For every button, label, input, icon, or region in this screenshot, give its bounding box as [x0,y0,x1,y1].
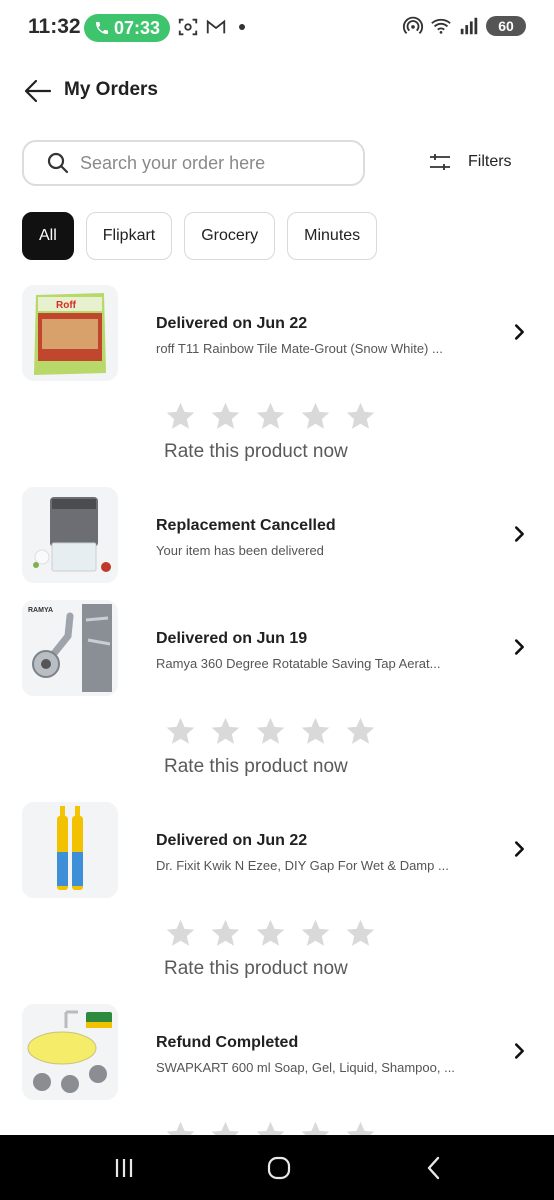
rate-prompt[interactable]: Rate this product now [164,958,400,980]
dispenser-image [22,487,118,583]
order-status: Delivered on Jun 19 [156,630,308,647]
chevron-right-icon[interactable] [508,1040,530,1062]
ramya-logo-text: RAMYA [28,607,53,614]
order-row[interactable]: Roff Delivered on Jun 22 roff T11 Rainbo… [0,285,554,385]
page-title: My Orders [64,79,158,100]
rating-widget: Rate this product now [160,400,400,463]
product-thumbnail: RAMYA [22,600,118,696]
more-notifications-dot [239,24,245,30]
recent-apps-icon[interactable] [111,1155,137,1181]
sealant-tubes-image [22,802,118,898]
order-row[interactable]: RAMYA Delivered on Jun 19 Ramya 360 Degr… [0,600,554,700]
star-icon[interactable] [209,917,242,950]
chevron-right-icon[interactable] [508,636,530,658]
rating-widget: Rate this product now [160,917,400,980]
product-thumbnail [22,1004,118,1100]
star-icon[interactable] [344,917,377,950]
chip-minutes[interactable]: Minutes [287,212,378,260]
chevron-right-icon[interactable] [508,838,530,860]
order-description: SWAPKART 600 ml Soap, Gel, Liquid, Shamp… [156,1060,455,1075]
order-description: roff T11 Rainbow Tile Mate-Grout (Snow W… [156,341,443,356]
app-header: My Orders [0,66,554,116]
product-thumbnail [22,487,118,583]
screenshot-icon [178,18,198,36]
rate-prompt[interactable]: Rate this product now [164,441,400,463]
arrow-left-icon[interactable] [22,76,54,106]
wifi-icon [431,18,451,34]
call-timer-text: 07:33 [113,17,161,38]
chip-grocery[interactable]: Grocery [184,212,276,260]
roff-logo-text: Roff [56,300,77,311]
star-icon[interactable] [164,917,197,950]
star-rating [164,715,400,748]
rate-prompt[interactable]: Rate this product now [164,756,400,778]
star-icon[interactable] [254,917,287,950]
star-icon[interactable] [344,715,377,748]
order-description: Dr. Fixit Kwik N Ezee, DIY Gap For Wet &… [156,858,449,873]
home-icon[interactable] [266,1155,292,1181]
star-icon[interactable] [164,400,197,433]
search-box[interactable] [22,140,365,186]
order-description: Ramya 360 Degree Rotatable Saving Tap Ae… [156,656,441,671]
star-icon[interactable] [209,715,242,748]
phone-icon [95,22,108,34]
call-timer-pill[interactable]: 07:33 [84,14,170,42]
back-nav-icon[interactable] [421,1155,447,1181]
star-rating [164,917,400,950]
system-navigation-bar [0,1135,554,1200]
product-thumbnail: Roff [22,285,118,381]
chip-flipkart[interactable]: Flipkart [85,212,173,260]
order-row[interactable]: Refund Completed SWAPKART 600 ml Soap, G… [0,1004,554,1104]
order-description: Your item has been delivered [156,543,324,558]
category-chips: All Flipkart Grocery Minutes [22,212,378,260]
battery-indicator: 60 [486,16,526,36]
signal-icon [460,17,478,35]
chip-all[interactable]: All [22,212,74,260]
hotspot-icon [402,16,424,34]
star-icon[interactable] [254,715,287,748]
status-bar: 11:32 07:33 60 [0,0,554,56]
status-time: 11:32 [28,15,81,38]
notification-icons [177,16,245,38]
order-row[interactable]: Replacement Cancelled Your item has been… [0,487,554,587]
sliders-icon [430,154,450,170]
star-icon[interactable] [299,715,332,748]
chevron-right-icon[interactable] [508,523,530,545]
battery-level: 60 [498,18,514,34]
order-status: Delivered on Jun 22 [156,832,308,849]
search-input[interactable] [78,151,352,175]
grout-bag-image: Roff [22,285,118,381]
soap-dispenser-image [22,1004,118,1100]
star-icon[interactable] [164,715,197,748]
order-status: Delivered on Jun 22 [156,315,308,332]
gmail-icon [206,19,226,34]
chevron-right-icon[interactable] [508,321,530,343]
tap-aerator-image: RAMYA [22,600,118,696]
star-rating [164,400,400,433]
star-icon[interactable] [299,917,332,950]
star-icon[interactable] [254,400,287,433]
order-row[interactable]: Delivered on Jun 22 Dr. Fixit Kwik N Eze… [0,802,554,902]
order-status: Refund Completed [156,1034,299,1051]
search-icon [47,152,69,174]
order-status: Replacement Cancelled [156,517,336,534]
filters-label: Filters [468,153,512,170]
rating-widget: Rate this product now [160,715,400,778]
system-icons: 60 [402,15,526,37]
star-icon[interactable] [344,400,377,433]
filters-button[interactable]: Filters [428,150,512,174]
star-icon[interactable] [209,400,242,433]
star-icon[interactable] [299,400,332,433]
product-thumbnail [22,802,118,898]
